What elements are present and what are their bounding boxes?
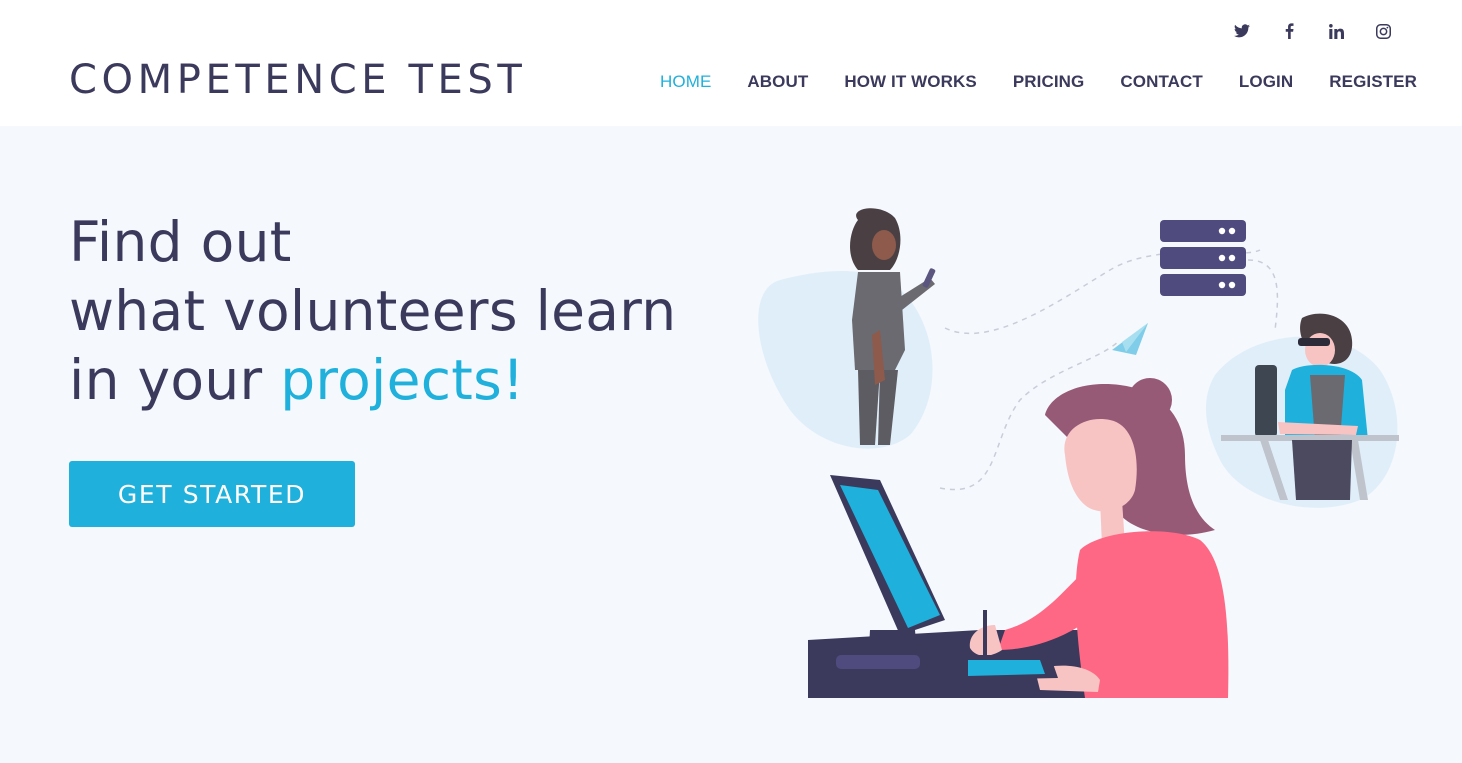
main-nav: HOME ABOUT HOW IT WORKS PRICING CONTACT … xyxy=(660,71,1453,93)
site-logo[interactable]: COMPETENCE TEST xyxy=(69,56,526,104)
social-links xyxy=(1224,20,1412,42)
hero-heading: Find out what volunteers learn in your p… xyxy=(69,208,676,415)
get-started-button[interactable]: GET STARTED xyxy=(69,461,355,527)
paper-plane-icon xyxy=(1112,323,1148,355)
standing-woman-figure xyxy=(758,208,936,449)
dashed-path-right xyxy=(1247,259,1279,331)
hero-line-3: in your projects! xyxy=(69,346,676,415)
hero-line-1: Find out xyxy=(69,210,292,274)
twitter-icon[interactable] xyxy=(1224,20,1260,42)
hero-line-2: what volunteers learn xyxy=(69,279,677,343)
nav-login[interactable]: LOGIN xyxy=(1239,71,1293,93)
hero-line-3-accent: projects! xyxy=(280,348,525,412)
nav-contact[interactable]: CONTACT xyxy=(1120,71,1203,93)
nav-about[interactable]: ABOUT xyxy=(747,71,808,93)
linkedin-icon[interactable] xyxy=(1318,20,1354,42)
nav-pricing[interactable]: PRICING xyxy=(1013,71,1085,93)
hero-illustration xyxy=(758,208,1399,698)
nav-how-it-works[interactable]: HOW IT WORKS xyxy=(844,71,976,93)
server-stack-icon xyxy=(1160,220,1246,296)
seated-man-figure xyxy=(1205,313,1399,508)
instagram-icon[interactable] xyxy=(1365,20,1401,42)
hero-line-3-prefix: in your xyxy=(69,348,281,412)
facebook-icon[interactable] xyxy=(1271,20,1307,42)
nav-home[interactable]: HOME xyxy=(660,71,711,93)
nav-register[interactable]: REGISTER xyxy=(1329,71,1417,93)
site-header: COMPETENCE TEST HOME ABOUT HOW IT WORKS … xyxy=(0,0,1462,126)
